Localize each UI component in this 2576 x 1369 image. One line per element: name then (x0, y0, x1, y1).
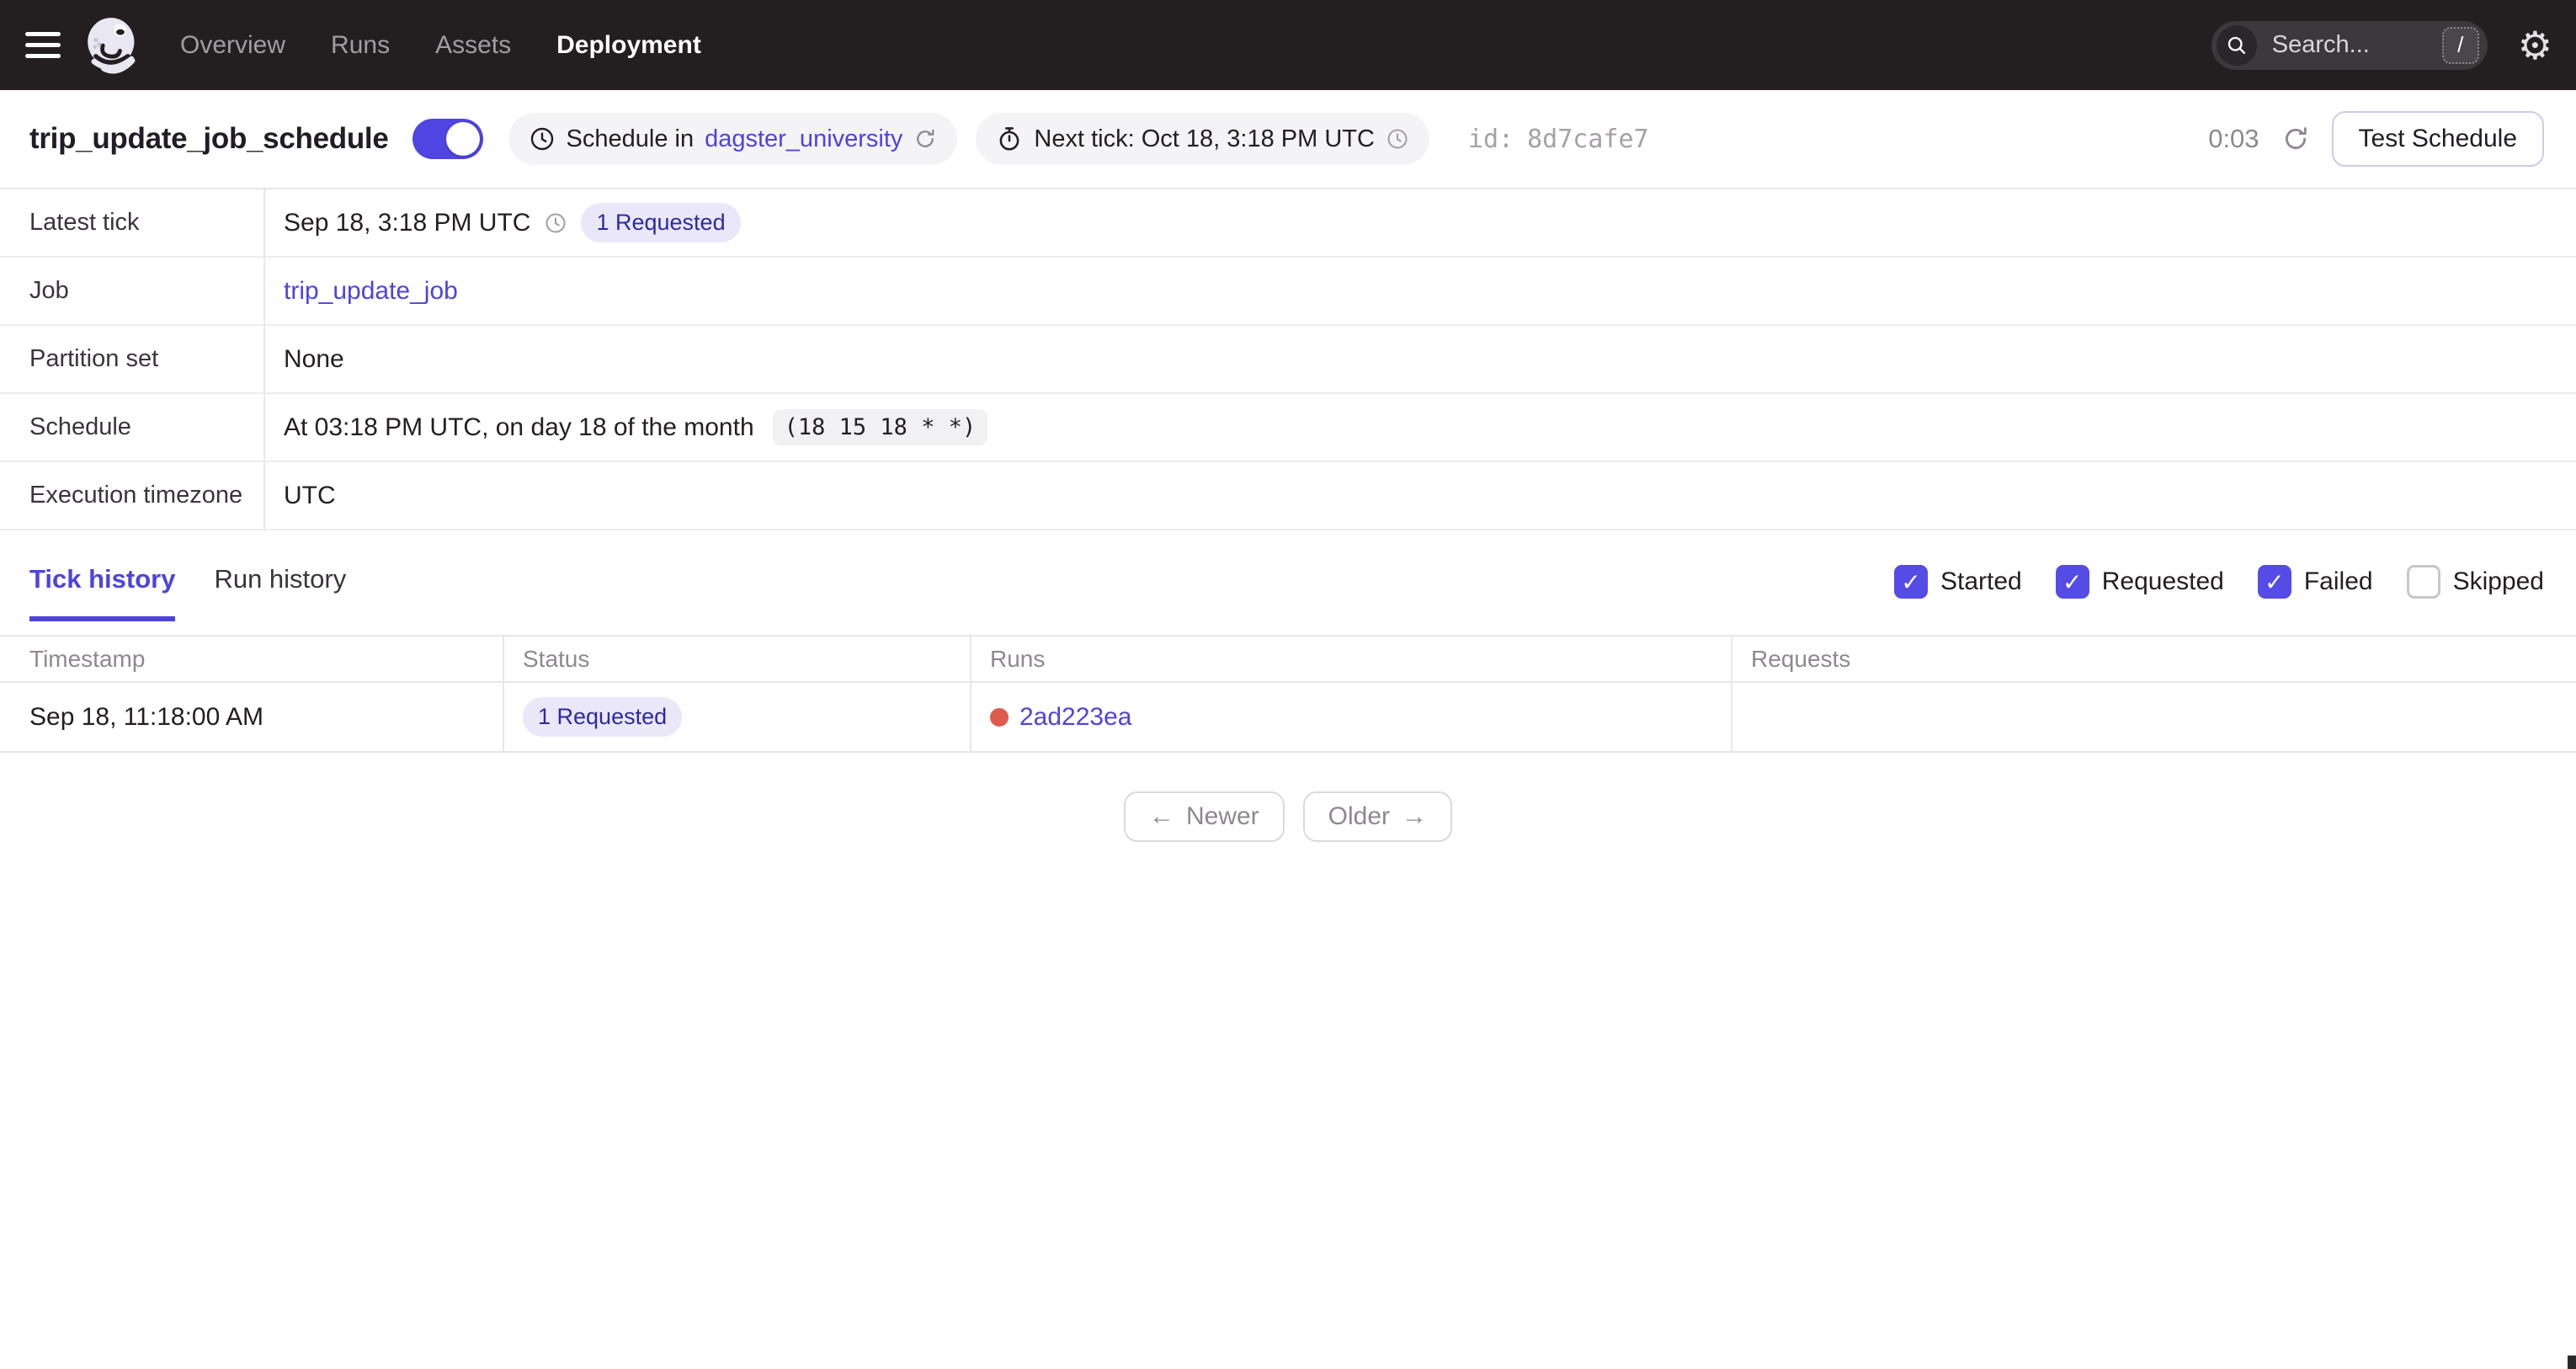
menu-icon[interactable] (25, 32, 61, 58)
filter-label: Skipped (2452, 567, 2544, 595)
next-tick-text: Next tick: Oct 18, 3:18 PM UTC (1034, 125, 1375, 152)
newer-label: Newer (1185, 802, 1259, 830)
status-filters: ✓ Started ✓ Requested ✓ Failed ✓ Skipped (1894, 565, 2544, 599)
filter-label: Failed (2303, 567, 2373, 595)
refresh-icon[interactable] (2281, 125, 2310, 153)
table-row: Sep 18, 11:18:00 AM 1 Requested 2ad223ea (0, 683, 2576, 753)
run-id-link[interactable]: 2ad223ea (1019, 703, 1131, 732)
gear-icon[interactable]: ⚙ (2518, 26, 2552, 65)
schedule-location-text: Schedule in (566, 125, 695, 152)
tab-tick-history[interactable]: Tick history (29, 554, 176, 621)
requested-count-badge: 1 Requested (581, 203, 741, 242)
dagster-logo-icon[interactable] (84, 16, 143, 75)
schedule-enabled-toggle[interactable] (412, 119, 483, 159)
schedule-header: trip_update_job_schedule Schedule in dag… (0, 90, 2576, 189)
column-header-runs: Runs (970, 637, 1731, 681)
arrow-left-icon: ← (1148, 802, 1174, 830)
nav-tab-assets[interactable]: Assets (435, 31, 511, 60)
refresh-countdown: 0:03 (2208, 124, 2259, 153)
schedule-details: Latest tick Sep 18, 3:18 PM UTC 1 Reques… (0, 189, 2576, 530)
tick-timestamp: Sep 18, 11:18:00 AM (29, 702, 263, 731)
schedule-location-pill: Schedule in dagster_university (508, 113, 958, 165)
filter-skipped[interactable]: ✓ Skipped (2406, 565, 2544, 599)
search-input[interactable]: Search... / (2211, 20, 2488, 70)
detail-label: Job (0, 258, 265, 324)
detail-label: Schedule (0, 394, 265, 461)
tick-status-badge: 1 Requested (523, 697, 683, 737)
history-controls: Tick history Run history ✓ Started ✓ Req… (0, 554, 2576, 621)
check-icon: ✓ (1901, 567, 1921, 596)
clock-icon (529, 125, 556, 152)
arrow-right-icon: → (1402, 802, 1428, 830)
search-placeholder: Search... (2271, 31, 2370, 58)
cron-expression-badge: (18 15 18 * *) (772, 409, 988, 445)
latest-tick-timestamp: Sep 18, 3:18 PM UTC (284, 208, 531, 237)
run-status-dot-icon (990, 707, 1009, 727)
detail-label: Execution timezone (0, 462, 265, 529)
column-header-requests: Requests (1731, 637, 2576, 681)
checkbox-failed[interactable]: ✓ (2257, 565, 2291, 599)
table-header-row: Timestamp Status Runs Requests (0, 637, 2576, 683)
nav-tab-runs[interactable]: Runs (331, 31, 390, 60)
tick-history-table: Timestamp Status Runs Requests Sep 18, 1… (0, 635, 2576, 753)
column-header-timestamp: Timestamp (29, 645, 146, 672)
older-button[interactable]: Older → (1302, 791, 1453, 842)
tab-run-history[interactable]: Run history (214, 554, 346, 621)
stopwatch-icon (996, 125, 1023, 152)
checkbox-skipped[interactable]: ✓ (2406, 565, 2440, 599)
newer-button[interactable]: ← Newer (1123, 791, 1285, 842)
slash-shortcut-key: / (2441, 26, 2479, 64)
check-icon: ✓ (2265, 567, 2285, 596)
clock-icon (544, 211, 567, 235)
top-nav: Overview Runs Assets Deployment Search..… (0, 0, 2576, 90)
partition-set-value: None (284, 344, 344, 373)
timezone-clock-icon (1386, 127, 1409, 151)
detail-label: Partition set (0, 326, 265, 392)
schedule-id: id: 8d7cafe7 (1468, 125, 1649, 154)
column-header-status: Status (503, 637, 970, 681)
older-label: Older (1328, 802, 1391, 830)
nav-tabs: Overview Runs Assets Deployment (180, 31, 701, 60)
timezone-value: UTC (284, 481, 336, 509)
next-tick-pill: Next tick: Oct 18, 3:18 PM UTC (976, 113, 1429, 165)
tick-requests (1731, 683, 2576, 751)
detail-label: Latest tick (0, 189, 265, 256)
detail-row-latest-tick: Latest tick Sep 18, 3:18 PM UTC 1 Reques… (0, 189, 2576, 258)
page-title: trip_update_job_schedule (29, 122, 389, 155)
code-location-link[interactable]: dagster_university (705, 125, 902, 153)
scrollbar-fragment (2568, 1356, 2576, 1369)
detail-row-job: Job trip_update_job (0, 258, 2576, 326)
detail-row-execution-timezone: Execution timezone UTC (0, 462, 2576, 530)
filter-failed[interactable]: ✓ Failed (2257, 565, 2373, 599)
schedule-id-value: 8d7cafe7 (1527, 124, 1649, 154)
checkbox-requested[interactable]: ✓ (2055, 565, 2089, 599)
detail-row-partition-set: Partition set None (0, 326, 2576, 394)
filter-started[interactable]: ✓ Started (1894, 565, 2022, 599)
reload-location-icon[interactable] (913, 127, 937, 151)
check-icon: ✓ (2062, 567, 2083, 596)
schedule-description: At 03:18 PM UTC, on day 18 of the month (284, 413, 754, 441)
job-link[interactable]: trip_update_job (284, 277, 458, 306)
test-schedule-button[interactable]: Test Schedule (2331, 111, 2544, 167)
detail-row-schedule: Schedule At 03:18 PM UTC, on day 18 of t… (0, 394, 2576, 462)
schedule-id-label: id: (1467, 124, 1514, 154)
checkbox-started[interactable]: ✓ (1894, 565, 1929, 599)
filter-requested[interactable]: ✓ Requested (2055, 565, 2224, 599)
nav-tab-overview[interactable]: Overview (180, 31, 285, 60)
filter-label: Requested (2101, 567, 2224, 595)
pagination: ← Newer Older → (0, 791, 2576, 842)
search-icon (2216, 24, 2257, 66)
filter-label: Started (1940, 567, 2022, 595)
nav-tab-deployment[interactable]: Deployment (556, 31, 701, 60)
